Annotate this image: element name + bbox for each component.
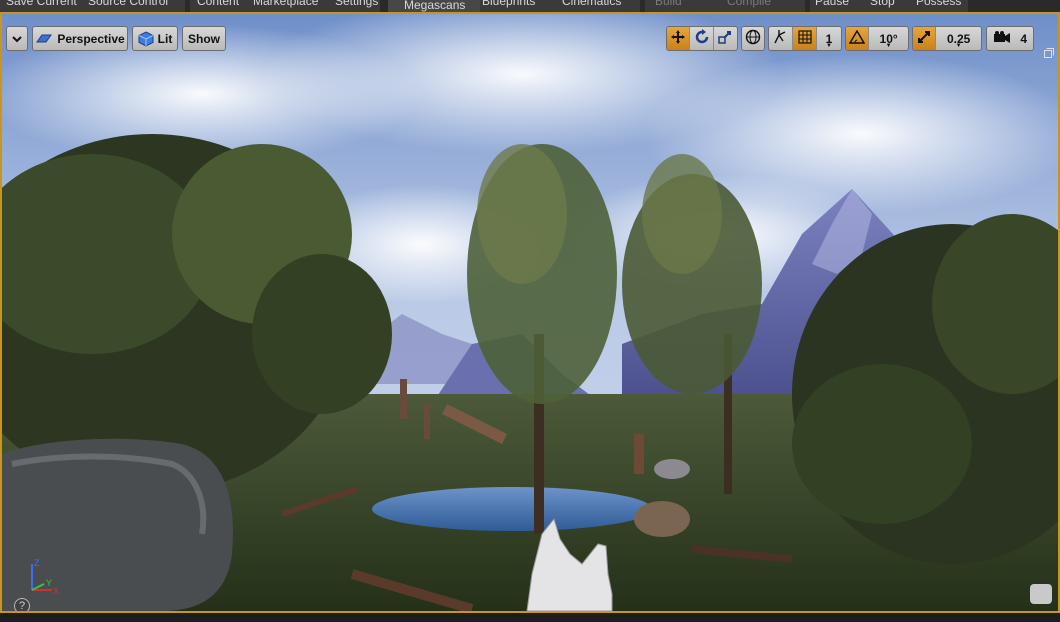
angle-icon [848, 29, 866, 47]
toolbar-stop[interactable]: Stop [870, 0, 895, 8]
toolbar-compile[interactable]: Compile [727, 0, 771, 8]
toolbar-settings[interactable]: Settings [335, 0, 378, 8]
z-axis-label: Z [34, 558, 40, 568]
camera-icon [993, 30, 1011, 47]
scale-snap-group: 0.25 ▼ [912, 26, 982, 51]
grid-snap-toggle[interactable] [793, 27, 817, 50]
toolbar-build[interactable]: Build [655, 0, 682, 8]
editor-toolbar: Save Current Source Control Content Mark… [0, 0, 1060, 12]
globe-icon [745, 29, 761, 48]
viewport-corner-button[interactable] [1030, 584, 1052, 604]
scale-snap-toggle[interactable] [913, 27, 937, 50]
transform-mode-group [666, 26, 738, 51]
chevron-down-icon: ▼ [885, 43, 892, 49]
chevron-down-icon: ▼ [826, 43, 832, 49]
toolbar-megascans[interactable]: Megascans [404, 0, 465, 12]
y-axis-label: Y [46, 578, 52, 588]
translate-mode-button[interactable] [667, 27, 691, 50]
view-mode-label: Perspective [57, 31, 125, 46]
camera-speed-value: 4 [1020, 31, 1027, 46]
show-button[interactable]: Show [182, 26, 226, 51]
surface-snap-icon [773, 29, 789, 48]
toolbar-source-control[interactable]: Source Control [88, 0, 168, 8]
scale-mode-button[interactable] [714, 27, 737, 50]
lit-button[interactable]: Lit [132, 26, 178, 51]
toolbar-cinematics[interactable]: Cinematics [562, 0, 621, 8]
scene-render[interactable] [2, 14, 1058, 611]
toolbar-pause[interactable]: Pause [815, 0, 849, 8]
chevron-down-icon [12, 32, 22, 46]
grid-snap-group: 1 ▼ [768, 26, 842, 51]
toolbar-save-current[interactable]: Save Current [6, 0, 77, 8]
perspective-button[interactable]: Perspective [32, 26, 128, 51]
toolbar-content[interactable]: Content [197, 0, 239, 8]
cube-icon [138, 30, 154, 48]
rotation-snap-toggle[interactable] [846, 27, 870, 50]
grid-snap-value-dropdown[interactable]: 1 ▼ [817, 27, 841, 50]
coordinate-space-button[interactable] [741, 26, 765, 51]
lighting-mode-label: Lit [157, 31, 173, 46]
scale-icon [717, 29, 733, 48]
axis-gizmo: Z X Y [31, 558, 59, 596]
viewport-options-dropdown[interactable] [6, 26, 28, 51]
move-icon [670, 29, 686, 48]
rotation-snap-value-dropdown[interactable]: 10° ▼ [869, 27, 908, 50]
scale-snap-icon [917, 30, 931, 47]
perspective-camera-icon [35, 30, 53, 48]
maximize-viewport-icon[interactable] [1044, 45, 1054, 58]
toolbar-marketplace[interactable]: Marketplace [253, 0, 318, 8]
show-label: Show [188, 31, 220, 46]
x-axis-label: X [53, 586, 59, 596]
toolbar-possess[interactable]: Possess [916, 0, 961, 8]
grid-icon [797, 30, 812, 47]
status-bar [0, 613, 1060, 622]
chevron-down-icon: ▼ [955, 43, 962, 49]
rotation-snap-group: 10° ▼ [845, 26, 909, 51]
scale-snap-value-dropdown[interactable]: 0.25 ▼ [936, 27, 981, 50]
rotate-mode-button[interactable] [690, 27, 714, 50]
toolbar-blueprints[interactable]: Blueprints [482, 0, 535, 8]
level-viewport[interactable]: Perspective Lit Show 1 ▼ 10° ▼ 0.25 ▼ 4 … [0, 12, 1060, 613]
camera-speed-button[interactable]: 4 [986, 26, 1034, 51]
rotate-icon [694, 29, 710, 48]
help-icon[interactable]: ? [14, 598, 30, 611]
surface-snap-button[interactable] [769, 27, 793, 50]
